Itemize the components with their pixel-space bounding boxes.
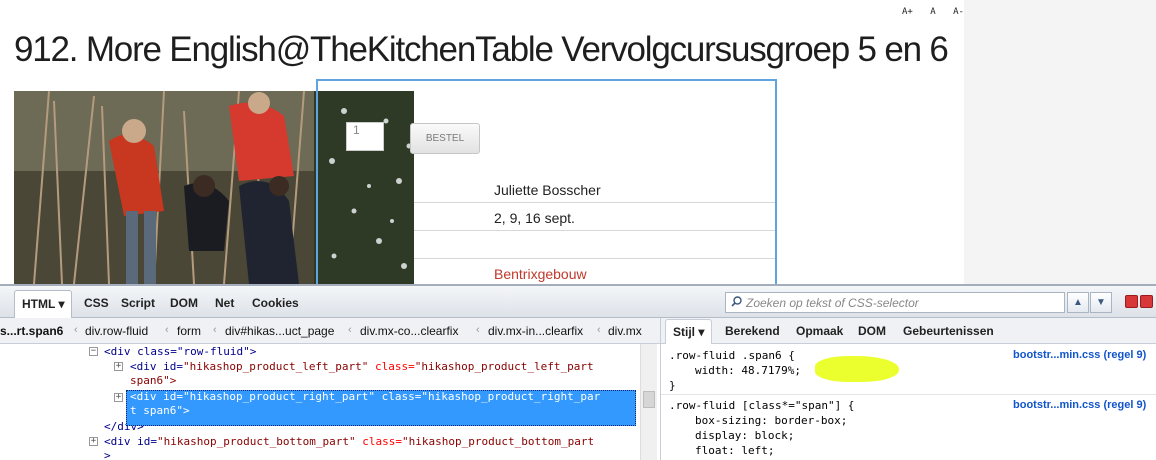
- css-source-link[interactable]: bootstr...min.css (regel 9): [1013, 349, 1146, 361]
- html-attr-id: "hikashop_product_left_part": [182, 360, 369, 373]
- breadcrumb-item[interactable]: div#hikas...uct_page: [225, 324, 334, 338]
- quantity-value: 1: [353, 123, 360, 137]
- search-previous-button[interactable]: ▲: [1067, 292, 1089, 313]
- tab-html-label: HTML: [22, 297, 56, 311]
- breadcrumb-separator-icon: ‹: [597, 324, 601, 336]
- expand-toggle-icon[interactable]: +: [114, 393, 123, 402]
- quantity-input[interactable]: 1: [346, 122, 384, 151]
- breadcrumb-separator-icon: ‹: [476, 324, 480, 336]
- collapse-toggle-icon[interactable]: −: [89, 347, 98, 356]
- close-icon[interactable]: [1140, 295, 1153, 308]
- css-source-link[interactable]: bootstr...min.css (regel 9): [1013, 399, 1146, 411]
- html-tag-open: <div id=: [104, 435, 157, 448]
- side-panel-tabs: Stijl ▾ Berekend Opmaak DOM Gebeurteniss…: [660, 318, 1156, 345]
- css-prop-name: width: [695, 364, 729, 377]
- tab-stijl[interactable]: Stijl ▾: [665, 319, 713, 345]
- tab-berekend[interactable]: Berekend: [725, 324, 780, 338]
- tab-html[interactable]: HTML ▾: [14, 290, 73, 320]
- breadcrumb-separator-icon: ‹: [213, 324, 217, 336]
- css-property-float[interactable]: float: left;: [695, 444, 775, 457]
- breadcrumb-item[interactable]: div.row-fluid: [85, 324, 148, 338]
- teacher-name: Juliette Bosscher: [494, 182, 601, 198]
- breadcrumb-item[interactable]: div.mx-co...clearfix: [360, 324, 458, 338]
- info-row-location: Bentrixgebouw: [414, 259, 776, 287]
- breadcrumb-separator-icon: ‹: [165, 324, 169, 336]
- page-title: 912. More English@TheKitchenTable Vervol…: [14, 30, 949, 69]
- css-prop-name: box-sizing: [695, 414, 762, 427]
- breadcrumb-item[interactable]: div.mx-in...clearfix: [488, 324, 583, 338]
- breadcrumb-item[interactable]: div.mx: [608, 324, 642, 338]
- tab-gebeurtenissen[interactable]: Gebeurtenissen: [903, 324, 994, 338]
- chevron-up-icon: ▲: [1073, 297, 1083, 308]
- css-prop-value: block;: [754, 429, 795, 442]
- scrollbar-thumb[interactable]: [643, 391, 655, 408]
- web-page: A+ A A- 912. More English@TheKitchenTabl…: [0, 0, 1156, 289]
- minimize-icon[interactable]: [1125, 295, 1138, 308]
- tab-net[interactable]: Net: [215, 296, 234, 310]
- html-node-row-fluid[interactable]: <div class="row-fluid">: [104, 345, 256, 358]
- expand-toggle-icon[interactable]: +: [114, 362, 123, 371]
- breadcrumb-item[interactable]: form: [177, 324, 201, 338]
- css-prop-value: left;: [741, 444, 775, 457]
- html-line-continuation: span6">: [130, 374, 177, 387]
- product-photo: [14, 91, 414, 284]
- tab-script[interactable]: Script: [121, 296, 155, 310]
- firebug-toolbar: HTML ▾ CSS Script DOM Net Cookies Zoeken…: [0, 284, 1156, 320]
- font-normal-button[interactable]: A: [930, 7, 935, 17]
- css-property-box-sizing[interactable]: box-sizing: border-box;: [695, 414, 847, 427]
- breadcrumb: s...rt.span6 ‹ div.row-fluid ‹ form ‹ di…: [0, 318, 660, 344]
- breadcrumb-item[interactable]: s...rt.span6: [0, 324, 63, 338]
- html-attr-class: "hikashop_product_bottom_part: [402, 435, 595, 448]
- tab-dom-side[interactable]: DOM: [858, 324, 886, 338]
- html-attr-name: class=: [355, 435, 403, 448]
- course-dates: 2, 9, 16 sept.: [494, 210, 575, 226]
- location-link[interactable]: Bentrixgebouw: [494, 266, 587, 282]
- info-row-teacher: Juliette Bosscher: [414, 175, 776, 203]
- css-prop-name: float: [695, 444, 729, 457]
- css-selector-search-input[interactable]: Zoeken op tekst of CSS-selector: [725, 292, 1065, 313]
- css-style-panel: .row-fluid .span6 { bootstr...min.css (r…: [660, 344, 1156, 460]
- font-size-tools: A+ A A-: [902, 7, 976, 17]
- css-rule-close: }: [669, 379, 676, 392]
- search-next-button[interactable]: ▼: [1090, 292, 1112, 313]
- tab-dom[interactable]: DOM: [170, 296, 198, 310]
- search-placeholder: Zoeken op tekst of CSS-selector: [746, 296, 919, 310]
- css-rule-divider: [661, 394, 1156, 395]
- tab-css[interactable]: CSS: [84, 296, 109, 310]
- css-prop-value: border-box;: [774, 414, 848, 427]
- chevron-down-icon: ▾: [58, 297, 65, 311]
- html-panel-scrollbar[interactable]: [640, 344, 657, 460]
- html-attr-name: class=: [368, 360, 415, 373]
- tab-cookies[interactable]: Cookies: [252, 296, 299, 310]
- info-row-dates: 2, 9, 16 sept.: [414, 203, 776, 231]
- font-decrease-button[interactable]: A-: [953, 7, 964, 17]
- font-increase-button[interactable]: A+: [902, 7, 913, 17]
- breadcrumb-separator-icon: ‹: [348, 324, 352, 336]
- tab-stijl-label: Stijl: [673, 325, 696, 339]
- css-property-width[interactable]: width: 48.7179%;: [695, 364, 801, 377]
- order-button[interactable]: BESTEL: [410, 123, 480, 154]
- css-prop-name: display: [695, 429, 742, 442]
- css-rule-selector[interactable]: .row-fluid [class*="span"] {: [669, 399, 854, 412]
- chevron-down-icon: ▾: [698, 325, 705, 339]
- tab-opmaak[interactable]: Opmaak: [796, 324, 843, 338]
- html-node-left-part[interactable]: <div id="hikashop_product_left_part" cla…: [130, 360, 594, 373]
- highlighter-annotation: [815, 356, 899, 382]
- info-row-empty: [414, 231, 776, 259]
- html-node-bottom-part[interactable]: <div id="hikashop_product_bottom_part" c…: [104, 435, 594, 448]
- breadcrumb-separator-icon: ‹: [74, 324, 78, 336]
- page-right-background: [964, 0, 1156, 284]
- css-rule-selector[interactable]: .row-fluid .span6 {: [669, 349, 795, 362]
- chevron-down-icon: ▼: [1096, 297, 1106, 308]
- search-icon: [731, 296, 742, 307]
- html-attr-class: "hikashop_product_left_part: [414, 360, 594, 373]
- css-prop-value: 48.7179%;: [741, 364, 801, 377]
- html-attr-id: "hikashop_product_bottom_part": [156, 435, 356, 448]
- html-tag-open: <div id=: [130, 360, 183, 373]
- html-line-continuation: >: [104, 449, 111, 460]
- expand-toggle-icon[interactable]: +: [89, 437, 98, 446]
- css-property-display[interactable]: display: block;: [695, 429, 794, 442]
- selected-node-highlight: [126, 390, 636, 426]
